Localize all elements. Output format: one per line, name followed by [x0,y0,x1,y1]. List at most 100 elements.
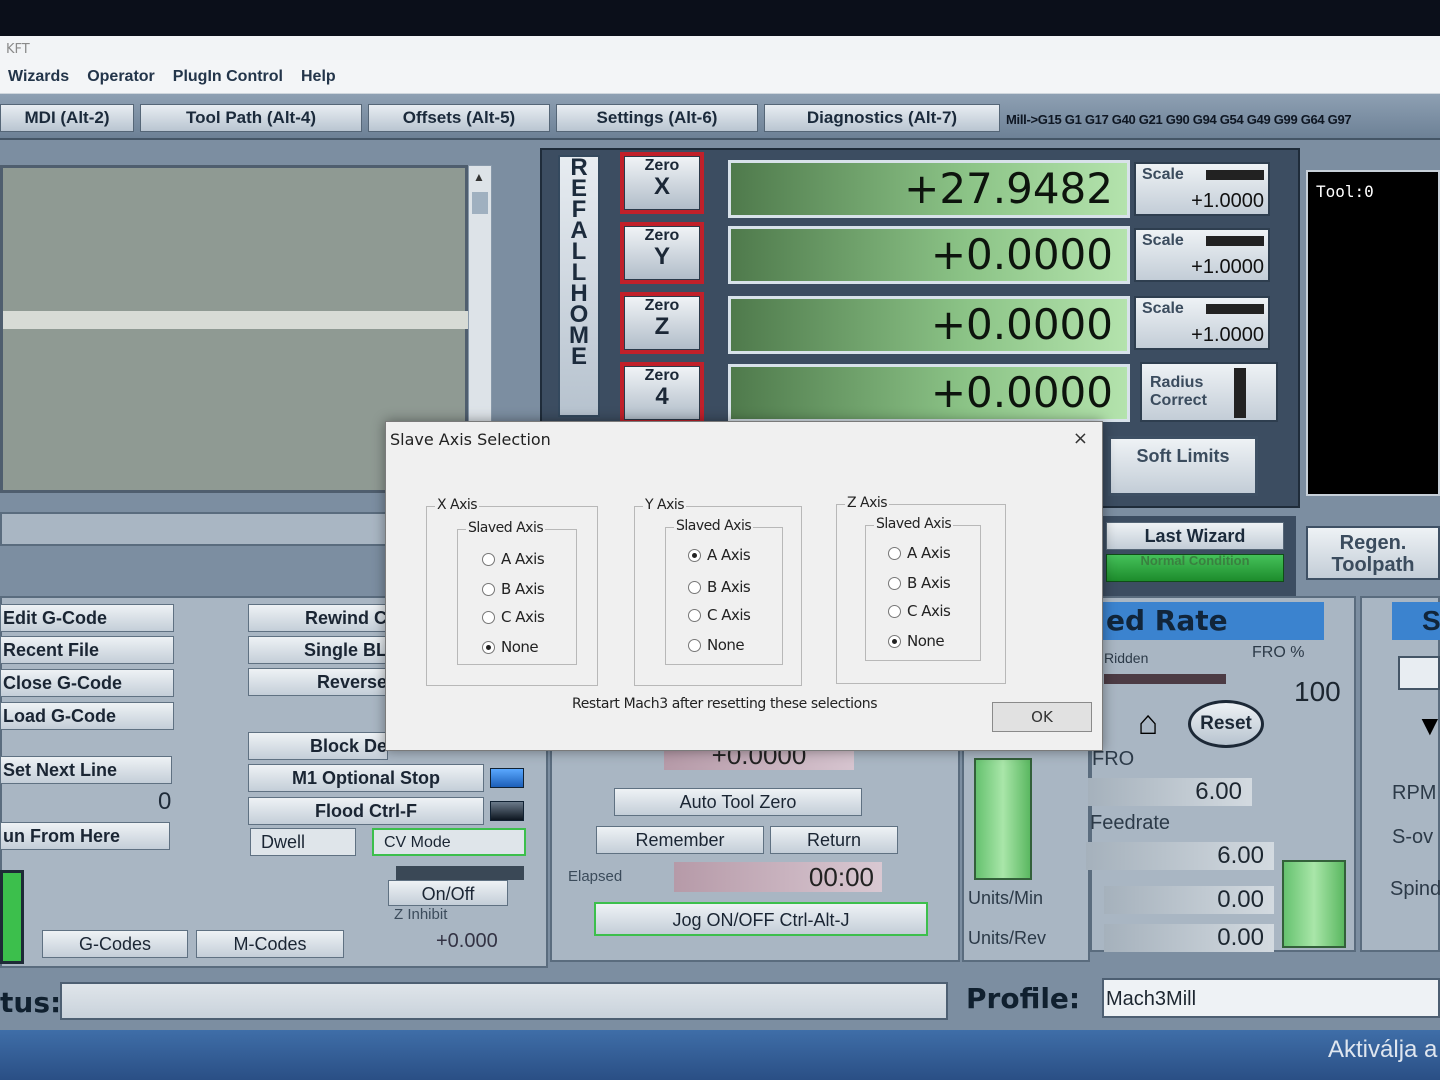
z-c-radio[interactable] [888,604,901,618]
x-a-radio[interactable] [482,552,495,566]
z-inhibit-on-off-button[interactable]: On/Off [388,880,508,906]
menu-help[interactable]: Help [301,68,336,86]
dro-z[interactable]: +0.0000 [728,296,1130,354]
fro-reset-button[interactable]: Reset [1188,700,1264,748]
y-none-radio[interactable] [688,638,701,652]
z-b-radio[interactable] [888,576,901,590]
y-c-radio[interactable] [688,608,701,622]
tab-diagnostics[interactable]: Diagnostics (Alt-7) [764,104,1000,132]
zero-4-button[interactable]: Zero 4 [620,362,704,424]
cycle-start-edge[interactable] [0,870,24,964]
tab-tool-path[interactable]: Tool Path (Alt-4) [140,104,362,132]
profile-label: Profile: [966,982,1081,1015]
restart-note: Restart Mach3 after resetting these sele… [572,696,878,712]
ok-button[interactable]: OK [992,702,1092,732]
y-option-b[interactable]: B Axis [688,578,751,596]
scale-x-button[interactable]: Scale +1.0000 [1134,162,1270,216]
z-inhibit-value[interactable]: +0.000 [436,930,498,953]
scroll-thumb[interactable] [472,192,488,214]
feedrate-value[interactable]: 6.00 [1086,842,1274,870]
block-delete-button[interactable]: Block De [248,732,388,760]
last-wizard-button[interactable]: Last Wizard [1106,522,1284,550]
run-from-here-button[interactable]: un From Here [0,822,170,850]
scroll-up-icon[interactable]: ▲ [473,170,485,184]
close-gcode-button[interactable]: Close G-Code [0,669,174,697]
y-option-none[interactable]: None [688,636,745,654]
tab-mdi[interactable]: MDI (Alt-2) [0,104,134,132]
z-c-label: C Axis [907,602,951,620]
x-none-radio[interactable] [482,640,495,654]
zero-y-button[interactable]: Zero Y [620,222,704,284]
auto-tool-zero-button[interactable]: Auto Tool Zero [614,788,862,816]
zero-x-button[interactable]: Zero X [620,152,704,214]
fro-value[interactable]: 6.00 [1088,778,1252,806]
single-block-button[interactable]: Single BL [248,636,388,664]
rewind-button[interactable]: Rewind C [248,604,388,632]
x-slaved-group: Slaved Axis A Axis B Axis C Axis None [457,520,577,665]
flood-button[interactable]: Flood Ctrl-F [248,797,484,825]
x-option-b[interactable]: B Axis [482,580,545,598]
dro-4[interactable]: +0.0000 [728,364,1130,422]
menu-plugin-control[interactable]: PlugIn Control [173,68,283,86]
y-option-a[interactable]: A Axis [688,546,751,564]
x-option-c[interactable]: C Axis [482,608,545,626]
reverse-run-button[interactable]: Reverse [248,668,388,696]
scale-z-label: Scale [1142,300,1184,317]
tab-settings[interactable]: Settings (Alt-6) [556,104,758,132]
return-button[interactable]: Return [770,826,898,854]
y-option-c[interactable]: C Axis [688,606,751,624]
scale-y-button[interactable]: Scale +1.0000 [1134,228,1270,282]
tab-offsets[interactable]: Offsets (Alt-5) [368,104,550,132]
menu-wizards[interactable]: Wizards [8,68,69,86]
z-option-b[interactable]: B Axis [888,574,951,592]
gcodes-button[interactable]: G-Codes [42,930,188,958]
cv-mode-toggle[interactable]: CV Mode [372,828,526,856]
scale-x-value[interactable]: +1.0000 [1191,190,1264,213]
dro-y[interactable]: +0.0000 [728,226,1130,284]
down-arrow-icon[interactable]: ▼ [1416,712,1440,742]
normal-condition-button[interactable]: Normal Condition [1106,554,1284,582]
mcodes-button[interactable]: M-Codes [196,930,344,958]
scale-y-led [1206,236,1264,246]
feed-green-button[interactable] [1282,860,1346,948]
z-option-c[interactable]: C Axis [888,602,951,620]
dro-x[interactable]: +27.9482 [728,160,1130,218]
z-none-radio[interactable] [888,634,901,648]
x-option-a[interactable]: A Axis [482,550,545,568]
dwell-toggle[interactable]: Dwell [250,828,356,856]
zero-z-button[interactable]: Zero Z [620,292,704,354]
z-option-none[interactable]: None [888,632,945,650]
line-number-field[interactable]: 0 [158,788,171,816]
regen-toolpath-button[interactable]: Regen. Toolpath [1306,526,1440,580]
soft-limits-button[interactable]: Soft Limits [1108,436,1258,496]
scale-y-value[interactable]: +1.0000 [1191,256,1264,279]
x-b-radio[interactable] [482,582,495,596]
y-a-radio[interactable] [688,548,701,562]
z-b-label: B Axis [907,574,951,592]
feed-hold-button[interactable] [974,758,1032,880]
scale-z-button[interactable]: Scale +1.0000 [1134,296,1270,350]
load-gcode-button[interactable]: Load G-Code [0,702,174,730]
set-next-line-button[interactable]: Set Next Line [0,756,172,784]
x-c-radio[interactable] [482,610,495,624]
fro-label: FRO [1092,748,1135,770]
y-b-radio[interactable] [688,580,701,594]
m1-optional-stop-button[interactable]: M1 Optional Stop [248,764,484,792]
window-title: KFT [0,36,1440,60]
radius-correct-button[interactable]: Radius Correct [1140,362,1278,422]
menu-operator[interactable]: Operator [87,68,155,86]
remember-button[interactable]: Remember [596,826,764,854]
z-a-radio[interactable] [888,546,901,560]
spindle-cw-button[interactable] [1398,656,1440,690]
flood-led-indicator [490,801,524,821]
z-option-a[interactable]: A Axis [888,544,951,562]
fro-percent-value[interactable]: 100 [1294,676,1341,708]
jog-toggle-button[interactable]: Jog ON/OFF Ctrl-Alt-J [594,902,928,936]
x-option-none[interactable]: None [482,638,539,656]
home-up-icon[interactable]: ⌂ [1126,706,1170,742]
edit-gcode-button[interactable]: Edit G-Code [0,604,174,632]
scale-z-value[interactable]: +1.0000 [1191,324,1264,347]
ref-all-home-button[interactable]: REF ALL HOME [558,155,600,417]
close-icon[interactable]: × [1073,428,1088,449]
recent-file-button[interactable]: Recent File [0,636,174,664]
